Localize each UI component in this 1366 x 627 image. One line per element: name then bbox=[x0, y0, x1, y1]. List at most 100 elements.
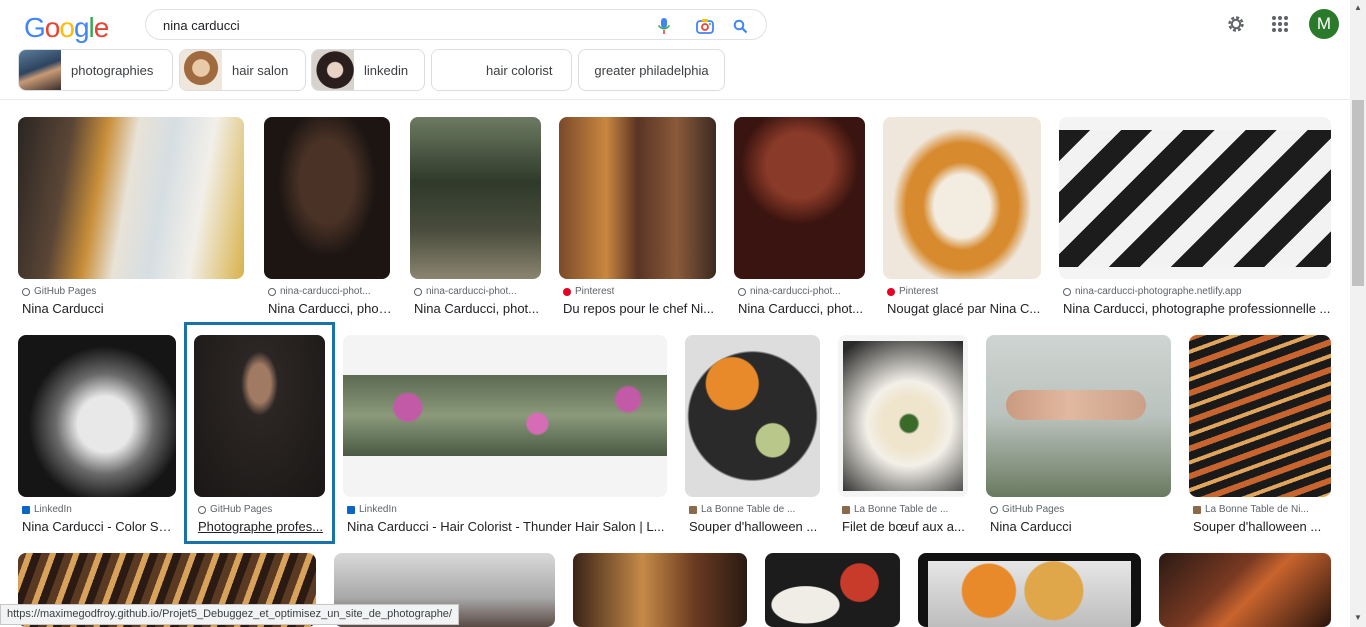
result-card[interactable]: nina-carducci-phot... Nina Carducci, pho… bbox=[264, 117, 392, 317]
chip-greater-philadelphia[interactable]: greater philadelphia bbox=[578, 49, 725, 91]
chip-linkedin[interactable]: linkedin bbox=[311, 49, 425, 91]
flowers-photo bbox=[343, 375, 667, 456]
result-image[interactable] bbox=[573, 553, 747, 627]
result-source[interactable]: nina-carducci-phot... bbox=[268, 286, 388, 297]
result-image[interactable] bbox=[765, 553, 900, 627]
result-title[interactable]: Nina Carducci, phot... bbox=[738, 301, 866, 316]
chip-photographies[interactable]: photographies bbox=[18, 49, 173, 91]
scroll-down-icon[interactable]: ▼ bbox=[1350, 610, 1366, 624]
result-image[interactable] bbox=[685, 335, 820, 497]
result-image[interactable] bbox=[559, 117, 716, 279]
result-card[interactable]: nina-carducci-photographe.netlify.app Ni… bbox=[1059, 117, 1331, 317]
result-card[interactable]: GitHub Pages Nina Carducci bbox=[18, 117, 244, 317]
globe-icon bbox=[1063, 287, 1071, 296]
result-source[interactable]: nina-carducci-phot... bbox=[414, 286, 539, 297]
chip-label: hair salon bbox=[232, 62, 289, 78]
chip-hair-colorist[interactable]: hair colorist bbox=[431, 49, 572, 91]
result-card[interactable]: La Bonne Table de Ni... Souper d'hallowe… bbox=[1189, 335, 1331, 535]
site-icon bbox=[1193, 505, 1201, 514]
result-source[interactable]: GitHub Pages bbox=[22, 286, 96, 297]
result-image[interactable] bbox=[838, 335, 968, 497]
result-image[interactable] bbox=[343, 335, 667, 497]
source-text: nina-carducci-photographe.netlify.app bbox=[1075, 286, 1242, 297]
source-text: La Bonne Table de ... bbox=[701, 504, 796, 515]
result-title[interactable]: Souper d'halloween ... bbox=[1193, 519, 1331, 534]
result-title[interactable]: Du repos pour le chef Ni... bbox=[563, 301, 716, 316]
result-source[interactable]: nina-carducci-phot... bbox=[738, 286, 863, 297]
scrollbar-thumb[interactable] bbox=[1352, 100, 1364, 286]
dish-photo bbox=[843, 341, 963, 491]
result-image[interactable] bbox=[18, 117, 244, 279]
result-title[interactable]: Nina Carducci - Hair Colorist - Thunder … bbox=[347, 519, 667, 534]
chip-label: greater philadelphia bbox=[594, 62, 709, 78]
result-image[interactable] bbox=[734, 117, 865, 279]
search-input[interactable] bbox=[163, 16, 633, 34]
result-title[interactable]: Souper d'halloween ... bbox=[689, 519, 821, 534]
result-source[interactable]: La Bonne Table de Ni... bbox=[1193, 504, 1331, 515]
search-box bbox=[145, 9, 767, 40]
camera-lens-icon[interactable] bbox=[695, 16, 715, 36]
result-image[interactable] bbox=[1059, 117, 1331, 279]
result-source[interactable]: GitHub Pages bbox=[990, 504, 1064, 515]
pinterest-icon bbox=[887, 287, 895, 296]
result-title[interactable]: Nina Carducci, phot... bbox=[414, 301, 542, 316]
result-image[interactable] bbox=[883, 117, 1041, 279]
result-title[interactable]: Nina Carducci bbox=[990, 519, 1170, 534]
status-url-bar: https://maximegodfroy.github.io/Projet5_… bbox=[0, 604, 459, 625]
result-source[interactable]: Pinterest bbox=[887, 286, 938, 297]
source-text: Pinterest bbox=[575, 286, 615, 297]
result-card[interactable]: nina-carducci-phot... Nina Carducci, pho… bbox=[734, 117, 865, 317]
chip-thumbnail bbox=[312, 50, 354, 90]
result-card[interactable]: La Bonne Table de ... Souper d'halloween… bbox=[685, 335, 820, 535]
result-card[interactable]: GitHub Pages Nina Carducci bbox=[986, 335, 1171, 535]
source-text: LinkedIn bbox=[34, 504, 72, 515]
result-card[interactable]: Pinterest Nougat glacé par Nina C... bbox=[883, 117, 1041, 317]
result-card[interactable]: LinkedIn Nina Carducci - Color Sp... bbox=[18, 335, 176, 535]
result-image[interactable] bbox=[264, 117, 390, 279]
result-title[interactable]: Nougat glacé par Nina C... bbox=[887, 301, 1041, 316]
chip-thumbnail bbox=[19, 50, 61, 90]
result-title[interactable]: Nina Carducci bbox=[22, 301, 242, 316]
result-source[interactable]: LinkedIn bbox=[22, 504, 72, 515]
google-logo[interactable]: Google bbox=[24, 12, 109, 44]
result-card[interactable] bbox=[765, 553, 900, 627]
result-image[interactable] bbox=[986, 335, 1171, 497]
result-image[interactable] bbox=[918, 553, 1141, 627]
globe-icon bbox=[414, 287, 422, 296]
result-source[interactable]: LinkedIn bbox=[347, 504, 397, 515]
site-icon bbox=[689, 505, 697, 514]
result-card[interactable] bbox=[1159, 553, 1331, 627]
result-source[interactable]: La Bonne Table de ... bbox=[689, 504, 819, 515]
result-card[interactable]: La Bonne Table de ... Filet de bœuf aux … bbox=[838, 335, 968, 535]
chip-label: hair colorist bbox=[486, 62, 553, 78]
result-image[interactable] bbox=[410, 117, 541, 279]
scroll-up-icon[interactable]: ▲ bbox=[1350, 0, 1366, 14]
result-card[interactable] bbox=[573, 553, 747, 627]
result-image[interactable] bbox=[18, 335, 176, 497]
result-source[interactable]: nina-carducci-photographe.netlify.app bbox=[1063, 286, 1329, 297]
result-title[interactable]: Filet de bœuf aux a... bbox=[842, 519, 968, 534]
result-title[interactable]: Nina Carducci, phot... bbox=[268, 301, 392, 316]
result-title[interactable]: Nina Carducci - Color Sp... bbox=[22, 519, 176, 534]
scrollbar-track[interactable] bbox=[1350, 0, 1366, 627]
result-card[interactable]: Pinterest Du repos pour le chef Ni... bbox=[559, 117, 716, 317]
search-icon[interactable] bbox=[730, 16, 750, 36]
result-title[interactable]: Nina Carducci, photographe professionnel… bbox=[1063, 301, 1331, 316]
source-text: GitHub Pages bbox=[34, 286, 97, 297]
result-card[interactable] bbox=[918, 553, 1141, 627]
result-image[interactable] bbox=[1159, 553, 1331, 627]
result-image[interactable] bbox=[1189, 335, 1331, 497]
globe-icon bbox=[22, 287, 30, 296]
result-source[interactable]: La Bonne Table de ... bbox=[842, 504, 967, 515]
result-card[interactable]: LinkedIn Nina Carducci - Hair Colorist -… bbox=[343, 335, 667, 535]
source-text: La Bonne Table de Ni... bbox=[1205, 504, 1309, 515]
result-source[interactable]: Pinterest bbox=[563, 286, 614, 297]
gear-icon[interactable] bbox=[1223, 11, 1249, 37]
globe-icon bbox=[990, 505, 998, 514]
chip-label: linkedin bbox=[364, 62, 409, 78]
account-avatar[interactable]: M bbox=[1309, 9, 1339, 39]
chip-hair-salon[interactable]: hair salon bbox=[179, 49, 306, 91]
apps-grid-icon[interactable] bbox=[1267, 11, 1293, 37]
result-card[interactable]: nina-carducci-phot... Nina Carducci, pho… bbox=[410, 117, 541, 317]
microphone-icon[interactable] bbox=[654, 16, 674, 36]
